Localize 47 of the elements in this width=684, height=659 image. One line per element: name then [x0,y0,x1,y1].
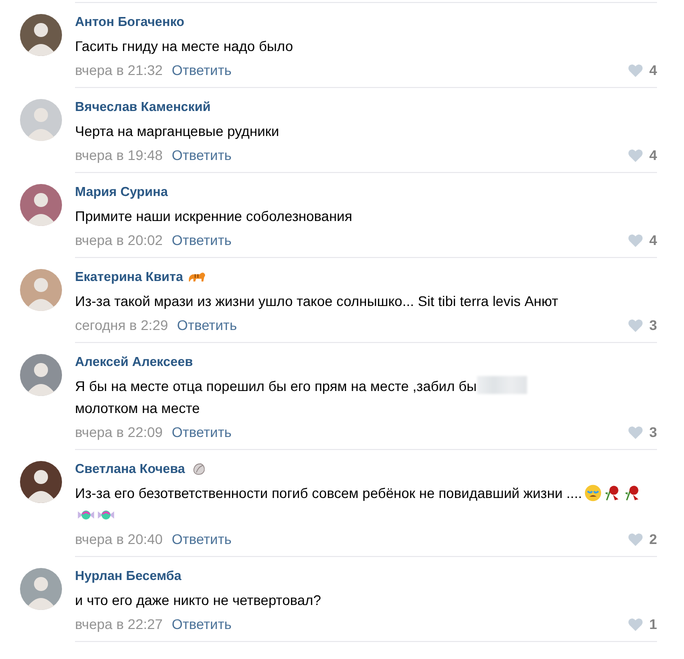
comment-time[interactable]: сегодня в 2:29 [75,317,168,333]
author-name-link[interactable]: Антон Богаченко [75,14,184,29]
author-name-link[interactable]: Вячеслав Каменский [75,99,211,114]
author-name-link[interactable]: Алексей Алексеев [75,354,193,369]
heart-icon[interactable] [628,426,644,438]
blurred-word [476,376,527,394]
reply-link[interactable]: Ответить [172,531,232,547]
reply-link[interactable]: Ответить [172,424,232,440]
author-name-link[interactable]: Мария Сурина [75,184,168,199]
heart-icon[interactable] [628,148,644,162]
author-name-link[interactable]: Екатерина Квита [75,269,184,284]
like-count: 4 [649,62,657,78]
like-count: 3 [649,317,657,333]
author-name-link[interactable]: Светлана Кочева [75,461,186,476]
comment-text: и что его даже никто не четвертовал? [75,591,322,610]
heart-icon[interactable] [628,532,644,546]
heart-icon[interactable] [628,318,644,332]
comment-text: Из-за его безответственности погиб совсем ребёнок не повидавший жизни .... [75,482,657,526]
like-count: 2 [649,531,657,547]
comment-time[interactable]: вчера в 22:09 [75,424,163,440]
heart-icon[interactable] [628,64,644,76]
comment-text: Черта на марганцевые рудники [75,122,280,141]
reply-link[interactable]: Ответить [172,62,232,78]
comment-text: Из-за такой мрази из жизни ушло такое солнышко... Sit tibi terra levis Анют [75,292,560,311]
reply-link[interactable]: Ответить [172,147,232,163]
tiger-icon [188,270,206,284]
like-count: 4 [649,232,657,248]
like-count: 3 [649,424,657,440]
heart-icon[interactable] [628,234,644,246]
comment-time[interactable]: вчера в 20:40 [75,531,163,547]
comment-text: Примите наши искренние соболезнования [75,207,354,226]
comment-time[interactable]: вчера в 19:48 [75,147,163,163]
avatar-icon[interactable] [20,14,62,56]
crying-face-icon [584,484,602,502]
avatar-icon[interactable] [20,461,62,503]
heart-icon[interactable] [628,618,644,630]
comment-time[interactable]: вчера в 22:27 [75,616,163,632]
comment-time[interactable]: вчера в 20:02 [75,232,163,248]
comment-text: Я бы на месте отца порешил бы его прям на месте ,забил бы молотком на месте [75,375,657,419]
reply-link[interactable]: Ответить [172,232,232,248]
comment-text: Гасить гниду на месте надо было [75,37,294,56]
reply-link[interactable]: Ответить [177,317,237,333]
like-count: 1 [649,616,657,632]
author-name-link[interactable]: Нурлан Бесемба [75,568,182,583]
reply-link[interactable]: Ответить [172,616,232,632]
comment-time[interactable]: вчера в 21:32 [75,62,163,78]
like-count: 4 [649,147,657,163]
